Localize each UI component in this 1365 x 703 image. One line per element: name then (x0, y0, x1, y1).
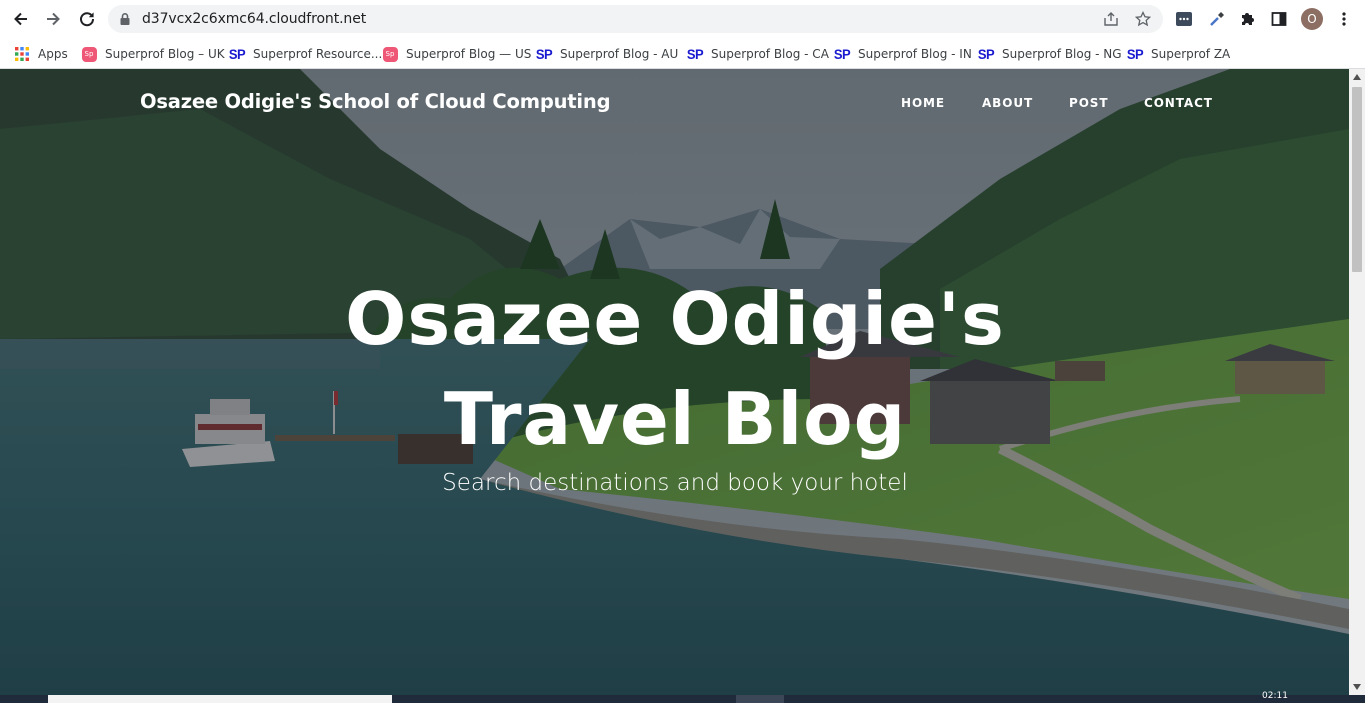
cast-extension-button[interactable] (1174, 9, 1194, 29)
page-scrollbar[interactable] (1349, 69, 1365, 695)
kebab-menu-icon (1342, 12, 1346, 26)
star-icon (1135, 11, 1151, 27)
bookmark-label: Superprof Blog - CA (711, 47, 829, 61)
bookmark-superprof-ca[interactable]: SP Superprof Blog - CA (687, 43, 829, 65)
hero-title-line-1: Osazee Odigie's (345, 277, 1005, 361)
taskbar-active-app[interactable] (736, 695, 784, 703)
bookmark-label: Superprof Blog - AU (560, 47, 679, 61)
bookmark-label: Superprof ZA (1151, 47, 1231, 61)
scrollbar-thumb[interactable] (1352, 87, 1362, 272)
browser-toolbar: d37vcx2c6xmc64.cloudfront.net O (0, 0, 1365, 38)
eyedropper-icon (1210, 12, 1224, 26)
bookmark-label: Superprof Resource... (253, 47, 383, 61)
bookmark-apps[interactable]: Apps (14, 43, 68, 65)
hero-title-line-2: Travel Blog (443, 377, 907, 461)
url-text[interactable]: d37vcx2c6xmc64.cloudfront.net (142, 11, 366, 27)
superprof-pink-icon: Sp (382, 46, 398, 62)
bookmark-superprof-us[interactable]: Sp Superprof Blog — US (382, 43, 531, 65)
apps-grid-icon (14, 46, 30, 62)
address-bar[interactable]: d37vcx2c6xmc64.cloudfront.net (108, 5, 1163, 33)
arrow-right-icon (47, 12, 60, 26)
scroll-down-button[interactable] (1349, 679, 1365, 695)
triangle-up-icon (1353, 74, 1361, 80)
bookmark-superprof-uk[interactable]: Sp Superprof Blog – UK (81, 43, 225, 65)
eyedropper-extension-button[interactable] (1207, 9, 1227, 29)
sp-logo-icon: SP (535, 46, 553, 62)
scroll-up-button[interactable] (1349, 69, 1365, 85)
bookmark-label: Apps (38, 47, 68, 61)
share-button[interactable] (1102, 10, 1120, 28)
nav-contact[interactable]: CONTACT (1144, 96, 1213, 110)
sp-logo-icon: SP (228, 46, 246, 62)
bookmark-star-button[interactable] (1134, 10, 1152, 28)
bookmark-label: Superprof Blog — US (406, 47, 532, 61)
lock-icon[interactable] (118, 12, 132, 26)
sp-logo-icon: SP (833, 46, 851, 62)
forward-button[interactable] (42, 8, 64, 30)
hero-subtitle: Search destinations and book your hotel (442, 470, 908, 496)
cast-icon (1176, 12, 1192, 26)
triangle-down-icon (1353, 684, 1361, 690)
side-panel-button[interactable] (1269, 9, 1289, 29)
taskbar-search-box[interactable] (48, 695, 392, 703)
bookmark-superprof-resources[interactable]: SP Superprof Resource... (229, 43, 382, 65)
page-viewport: Osazee Odigie's School of Cloud Computin… (0, 69, 1349, 695)
hero-section: Osazee Odigie's School of Cloud Computin… (0, 69, 1349, 695)
bookmark-superprof-au[interactable]: SP Superprof Blog - AU (536, 43, 678, 65)
os-taskbar: 02:11 (0, 691, 1365, 703)
nav-post[interactable]: POST (1069, 96, 1108, 110)
taskbar-clock: 02:11 (1262, 691, 1288, 701)
nav-home[interactable]: HOME (901, 96, 945, 110)
reload-icon (80, 12, 95, 27)
site-brand[interactable]: Osazee Odigie's School of Cloud Computin… (140, 90, 611, 113)
sidepanel-icon (1271, 12, 1287, 26)
superprof-pink-icon: Sp (81, 46, 97, 62)
arrow-left-icon (14, 12, 27, 26)
bookmark-superprof-za[interactable]: SP Superprof ZA (1127, 43, 1230, 65)
bookmark-label: Superprof Blog – UK (105, 47, 225, 61)
puzzle-icon (1242, 13, 1254, 25)
sp-logo-icon: SP (977, 46, 995, 62)
browser-menu-button[interactable] (1334, 9, 1354, 29)
reload-button[interactable] (76, 8, 98, 30)
back-button[interactable] (10, 8, 32, 30)
bookmark-label: Superprof Blog - NG (1002, 47, 1122, 61)
share-icon (1104, 12, 1118, 26)
bookmarks-bar: Apps Sp Superprof Blog – UK SP Superprof… (0, 38, 1365, 69)
sp-logo-icon: SP (1126, 46, 1144, 62)
extensions-button[interactable] (1238, 9, 1258, 29)
nav-about[interactable]: ABOUT (982, 96, 1033, 110)
bookmark-label: Superprof Blog - IN (858, 47, 972, 61)
profile-avatar[interactable]: O (1301, 8, 1323, 30)
hero-title: Osazee Odigie's Travel Blog (240, 269, 1110, 469)
bookmark-superprof-in[interactable]: SP Superprof Blog - IN (834, 43, 972, 65)
sp-logo-icon: SP (686, 46, 704, 62)
bookmark-superprof-ng[interactable]: SP Superprof Blog - NG (978, 43, 1122, 65)
